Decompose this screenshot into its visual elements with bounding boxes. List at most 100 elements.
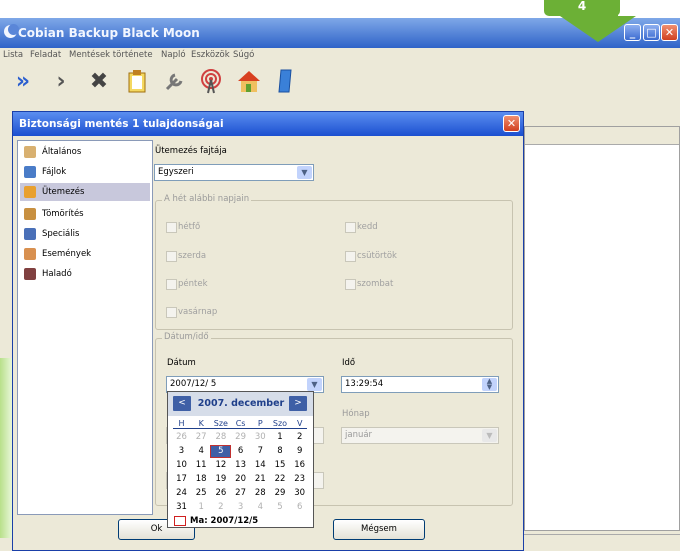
nav-item-label: Haladó [42, 269, 72, 279]
calendar-day[interactable]: 2 [211, 502, 230, 513]
run-icon[interactable]: › [46, 66, 76, 96]
calendar-separator [173, 428, 307, 429]
menu-log[interactable]: Napló [161, 50, 186, 60]
nav-item-advanced[interactable]: Haladó [20, 265, 150, 283]
month-select[interactable]: január ▼ [341, 427, 499, 444]
checkbox-sunday[interactable] [166, 307, 177, 318]
calendar-day[interactable]: 20 [231, 474, 250, 485]
calendar-day[interactable]: 4 [251, 502, 270, 513]
calendar-day[interactable]: 30 [290, 488, 309, 499]
info-icon[interactable] [270, 66, 300, 96]
calendar-day[interactable]: 5 [271, 502, 290, 513]
nav-item-label: Események [42, 249, 92, 259]
maximize-button[interactable]: □ [643, 24, 660, 41]
calendar-day[interactable]: 17 [172, 474, 191, 485]
today-marker-icon [174, 516, 186, 526]
calendar-day[interactable]: 1 [192, 502, 211, 513]
nav-item-schedule[interactable]: Ütemezés [20, 183, 150, 201]
saturday-label: szombat [357, 279, 394, 289]
calendar-day[interactable]: 8 [271, 446, 290, 457]
calendar-day[interactable]: 27 [192, 432, 211, 443]
menu-feladat[interactable]: Feladat [30, 50, 61, 60]
calendar-day[interactable]: 14 [251, 460, 270, 471]
prev-month-button[interactable]: < [173, 396, 191, 411]
calendar-day[interactable]: 10 [172, 460, 191, 471]
calendar-day[interactable]: 4 [192, 446, 211, 457]
calendar-day[interactable]: 29 [271, 488, 290, 499]
run-all-icon[interactable]: » [8, 66, 38, 96]
calendar-day[interactable]: 22 [271, 474, 290, 485]
nav-item-compress[interactable]: Tömörítés [20, 205, 150, 223]
calendar-day[interactable]: 9 [290, 446, 309, 457]
callout-arrow-icon [560, 16, 636, 42]
checkbox-monday[interactable] [166, 222, 177, 233]
spinner-icon[interactable]: ▲ ▼ [482, 378, 497, 391]
calendar-day[interactable]: 25 [192, 488, 211, 499]
calendar-day[interactable]: 26 [172, 432, 191, 443]
calendar-day[interactable]: 6 [231, 446, 250, 457]
dialog-title-bar[interactable]: Biztonsági mentés 1 tulajdonságai ✕ [13, 112, 523, 136]
calendar-day[interactable]: 2 [290, 432, 309, 443]
calendar-day[interactable]: 13 [231, 460, 250, 471]
calendar-day[interactable]: 7 [251, 446, 270, 457]
calendar-day[interactable]: 27 [231, 488, 250, 499]
checkbox-saturday[interactable] [345, 279, 356, 290]
calendar-day[interactable]: 29 [231, 432, 250, 443]
dialog-close-button[interactable]: ✕ [503, 115, 520, 132]
calendar-day[interactable]: 12 [211, 460, 230, 471]
calendar-day[interactable]: 11 [192, 460, 211, 471]
checkbox-wednesday[interactable] [166, 251, 177, 262]
datetime-group-title: Dátum/idő [162, 332, 211, 342]
calendar-day[interactable]: 15 [271, 460, 290, 471]
menu-lista[interactable]: Lista [3, 50, 23, 60]
calendar-day[interactable]: 3 [172, 446, 191, 457]
calendar-day[interactable]: 6 [290, 502, 309, 513]
nav-item-files[interactable]: Fájlok [20, 163, 150, 181]
calendar-day[interactable]: 1 [271, 432, 290, 443]
tools-icon[interactable] [160, 66, 190, 96]
schedule-type-select[interactable]: Egyszeri ▼ [154, 164, 314, 181]
calendar-day[interactable]: 28 [251, 488, 270, 499]
calendar-day[interactable]: 18 [192, 474, 211, 485]
nav-item-events[interactable]: Események [20, 245, 150, 263]
calendar-day[interactable]: 26 [211, 488, 230, 499]
weekdays-group: A hét alábbi napjain hétfő kedd szerda c… [155, 194, 513, 330]
calendar-day[interactable]: 24 [172, 488, 191, 499]
nav-item-general[interactable]: Általános [20, 143, 150, 161]
category-list: Általános Fájlok Ütemezés Tömörítés Spec… [17, 140, 153, 515]
time-value: 13:29:54 [345, 379, 384, 389]
task-list-panel[interactable] [524, 126, 680, 531]
special-icon [24, 228, 36, 240]
cancel-button[interactable]: Mégsem [333, 519, 425, 540]
weekdays-group-title: A hét alábbi napjain [162, 194, 252, 204]
calendar-day[interactable]: 30 [251, 432, 270, 443]
month-label: Hónap [342, 409, 370, 419]
time-label: Idő [342, 358, 356, 368]
schedule-type-label: Ütemezés fajtája [155, 146, 227, 156]
time-input[interactable]: 13:29:54 ▲ ▼ [341, 376, 499, 393]
checkbox-tuesday[interactable] [345, 222, 356, 233]
menu-tools[interactable]: Eszközök [191, 50, 230, 60]
next-month-button[interactable]: > [289, 396, 307, 411]
cancel-icon[interactable]: ✖ [84, 66, 114, 96]
menu-help[interactable]: Súgó [233, 50, 254, 60]
events-icon [24, 248, 36, 260]
calendar-day[interactable]: 28 [211, 432, 230, 443]
menu-history[interactable]: Mentések története [69, 50, 153, 60]
calendar-day[interactable]: 23 [290, 474, 309, 485]
nav-item-special[interactable]: Speciális [20, 225, 150, 243]
calendar-day[interactable]: 19 [211, 474, 230, 485]
calendar-day[interactable]: 31 [172, 502, 191, 513]
home-icon[interactable] [234, 66, 264, 96]
antenna-icon[interactable] [196, 66, 226, 96]
calendar-day[interactable]: 5 [210, 445, 232, 458]
clipboard-icon[interactable] [122, 66, 152, 96]
checkbox-friday[interactable] [166, 279, 177, 290]
calendar-today-link[interactable]: Ma: 2007/12/5 [190, 516, 258, 526]
calendar-day[interactable]: 3 [231, 502, 250, 513]
calendar-day[interactable]: 16 [290, 460, 309, 471]
close-button[interactable]: ✕ [661, 24, 678, 41]
checkbox-thursday[interactable] [345, 251, 356, 262]
wednesday-label: szerda [178, 251, 207, 261]
calendar-day[interactable]: 21 [251, 474, 270, 485]
